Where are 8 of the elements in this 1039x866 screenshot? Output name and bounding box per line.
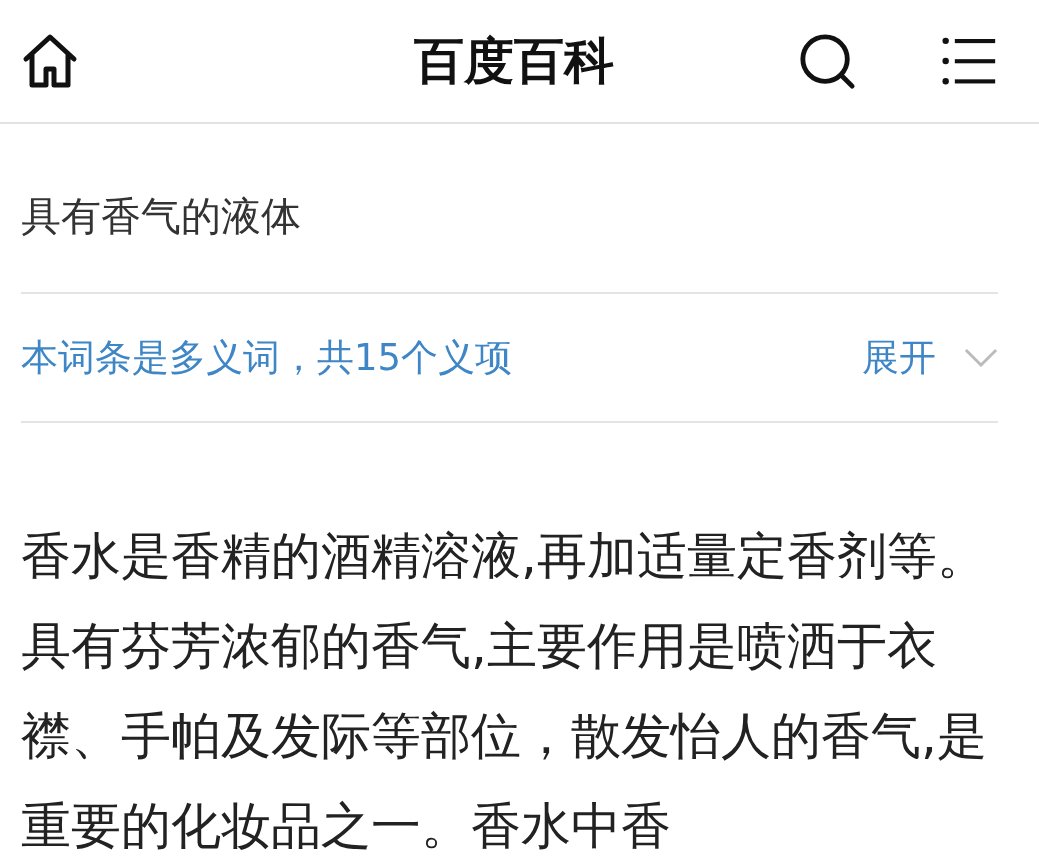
site-title: 百度百科: [413, 30, 615, 92]
polysemy-notice: 本词条是多义词，共15个义项: [21, 334, 513, 381]
search-icon[interactable]: [798, 32, 856, 90]
expand-toggle[interactable]: 展开: [862, 332, 998, 383]
chevron-icon: [964, 348, 998, 367]
article-paragraph: 香水是香精的酒精溶液,再加适量定香剂等。具有芬芳浓郁的香气,主要作用是喷洒于衣襟、手帕及发际等部位，散发怡人的香气,是重要的化妆品之一。香水中香: [21, 526, 988, 857]
summary-text: 具有香气的液体: [21, 192, 302, 241]
menu-icon[interactable]: [942, 36, 997, 86]
